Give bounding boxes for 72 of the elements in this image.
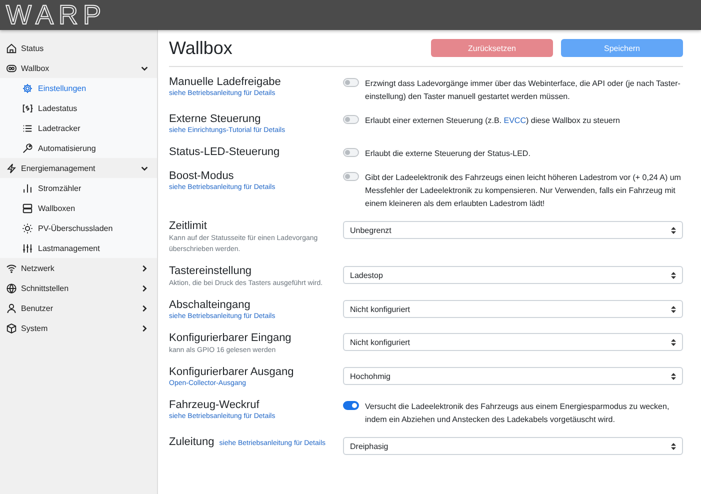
- sidebar-item[interactable]: Einstellungen: [0, 78, 157, 98]
- sidebar-item[interactable]: Stromzähler: [0, 178, 157, 198]
- sort-arrows-icon: [671, 226, 676, 234]
- dropdown[interactable]: Ladestop: [343, 266, 683, 284]
- sidebar-item[interactable]: Benutzer: [0, 298, 157, 318]
- sidebar-item[interactable]: PV-Überschussladen: [0, 218, 157, 238]
- setting-description: Erlaubt einer externen Steuerung (z.B. EVCC) diese Wallbox zu steuern: [365, 115, 620, 127]
- globe-icon: [6, 282, 17, 294]
- setting-label: Tastereinstellung: [169, 264, 252, 278]
- chevron-right-icon: [140, 264, 149, 272]
- evcc-link[interactable]: EVCC: [504, 116, 526, 125]
- house-icon: [6, 42, 17, 54]
- sidebar-item[interactable]: Schnittstellen: [0, 278, 157, 298]
- sort-arrows-icon: [671, 306, 676, 312]
- sort-arrows-icon: [671, 338, 676, 346]
- toggle-switch[interactable]: [343, 115, 359, 124]
- dropdown[interactable]: Unbegrenzt: [343, 221, 683, 239]
- sidebar-item[interactable]: Lastmanagement: [0, 238, 157, 258]
- setting-label: Konfigurierbarer Eingang: [169, 331, 292, 345]
- setting-label: Zuleitung: [169, 435, 214, 449]
- chevron-down-icon: [140, 164, 149, 172]
- chevron-right-icon: [140, 304, 149, 312]
- sidebar-item[interactable]: Ladestatus: [0, 98, 157, 118]
- sidebar-item[interactable]: System: [0, 318, 157, 338]
- toggle-switch[interactable]: [343, 172, 359, 181]
- setting-label: Status-LED-Steuerung: [169, 145, 280, 159]
- dropdown[interactable]: Hochohmig: [343, 367, 683, 385]
- sidebar-item[interactable]: Wallboxen: [0, 198, 157, 218]
- bolt-icon: [6, 162, 17, 174]
- sidebar-item[interactable]: Energiemanagement: [0, 158, 157, 178]
- server-icon: [22, 202, 33, 214]
- gear-icon: [22, 82, 33, 94]
- list-icon: [22, 122, 33, 134]
- setting-label: Manuelle Ladefreigabe: [169, 75, 281, 89]
- setting-label: Externe Steuerung: [169, 112, 261, 126]
- setting-label: Boost-Modus: [169, 169, 234, 183]
- dropdown[interactable]: Nicht konfiguriert: [343, 333, 683, 351]
- chevron-right-icon: [140, 324, 149, 332]
- setting-description: Gibt der Ladeelektronik des Fahrzeugs einen leicht höheren Ladestrom vor (+ 0,24 A) um Messfehler der Ladeelektronik zu kompensieren. Nur Verwenden, falls ein Fahrzeug mit einem kleineren als dem erlaubten Ladestrom lädt!: [365, 172, 682, 210]
- chevron-down-icon: [140, 64, 149, 72]
- sort-arrows-icon: [671, 272, 676, 278]
- cube-icon: [6, 322, 17, 334]
- chevron-right-icon: [140, 284, 149, 292]
- sidebar-item[interactable]: Automatisierung: [0, 138, 157, 158]
- user-icon: [6, 302, 17, 314]
- wallbox-icon: [6, 62, 17, 74]
- charging-icon: [22, 102, 33, 114]
- sort-arrows-icon: [671, 372, 676, 380]
- setting-description: Erzwingt dass Ladevorgänge immer über das Webinterface, die API oder (je nach Taster-einstellung) den Taster manuell gestartet werden müssen.: [365, 78, 682, 103]
- setting-description: Erlaubt die externe Steuerung der Status-LED.: [365, 148, 530, 160]
- setting-description: Versucht die Ladeelektronik des Fahrzeugs aus einem Energiesparmodus zu wecken, indem ein Abziehen und Anstecken des Ladekabels vorgetäuscht wird.: [365, 401, 670, 426]
- wifi-icon: [6, 262, 17, 274]
- sort-arrows-icon: [671, 442, 676, 450]
- toggle-switch[interactable]: [343, 401, 359, 410]
- sliders-icon: [22, 242, 33, 254]
- dropdown[interactable]: Dreiphasig: [343, 437, 683, 455]
- toggle-switch[interactable]: [343, 78, 359, 87]
- setting-label: Zeitlimit: [169, 219, 207, 233]
- wrench-icon: [22, 142, 33, 154]
- sun-icon: [22, 222, 33, 234]
- setting-label: Abschalteingang: [169, 298, 250, 312]
- logo: WARP: [6, 0, 106, 30]
- sidebar-item[interactable]: Status: [0, 38, 157, 58]
- dropdown[interactable]: Nicht konfiguriert: [343, 300, 683, 318]
- sidebar-item[interactable]: Ladetracker: [0, 118, 157, 138]
- sidebar-item[interactable]: Wallbox: [0, 58, 157, 78]
- toggle-switch[interactable]: [343, 148, 359, 157]
- meter-bars-icon: [22, 182, 33, 194]
- page-title: Wallbox: [169, 38, 234, 58]
- sidebar-item[interactable]: Netzwerk: [0, 258, 157, 278]
- setting-label: Fahrzeug-Weckruf: [169, 398, 260, 412]
- setting-label: Konfigurierbarer Ausgang: [169, 365, 294, 379]
